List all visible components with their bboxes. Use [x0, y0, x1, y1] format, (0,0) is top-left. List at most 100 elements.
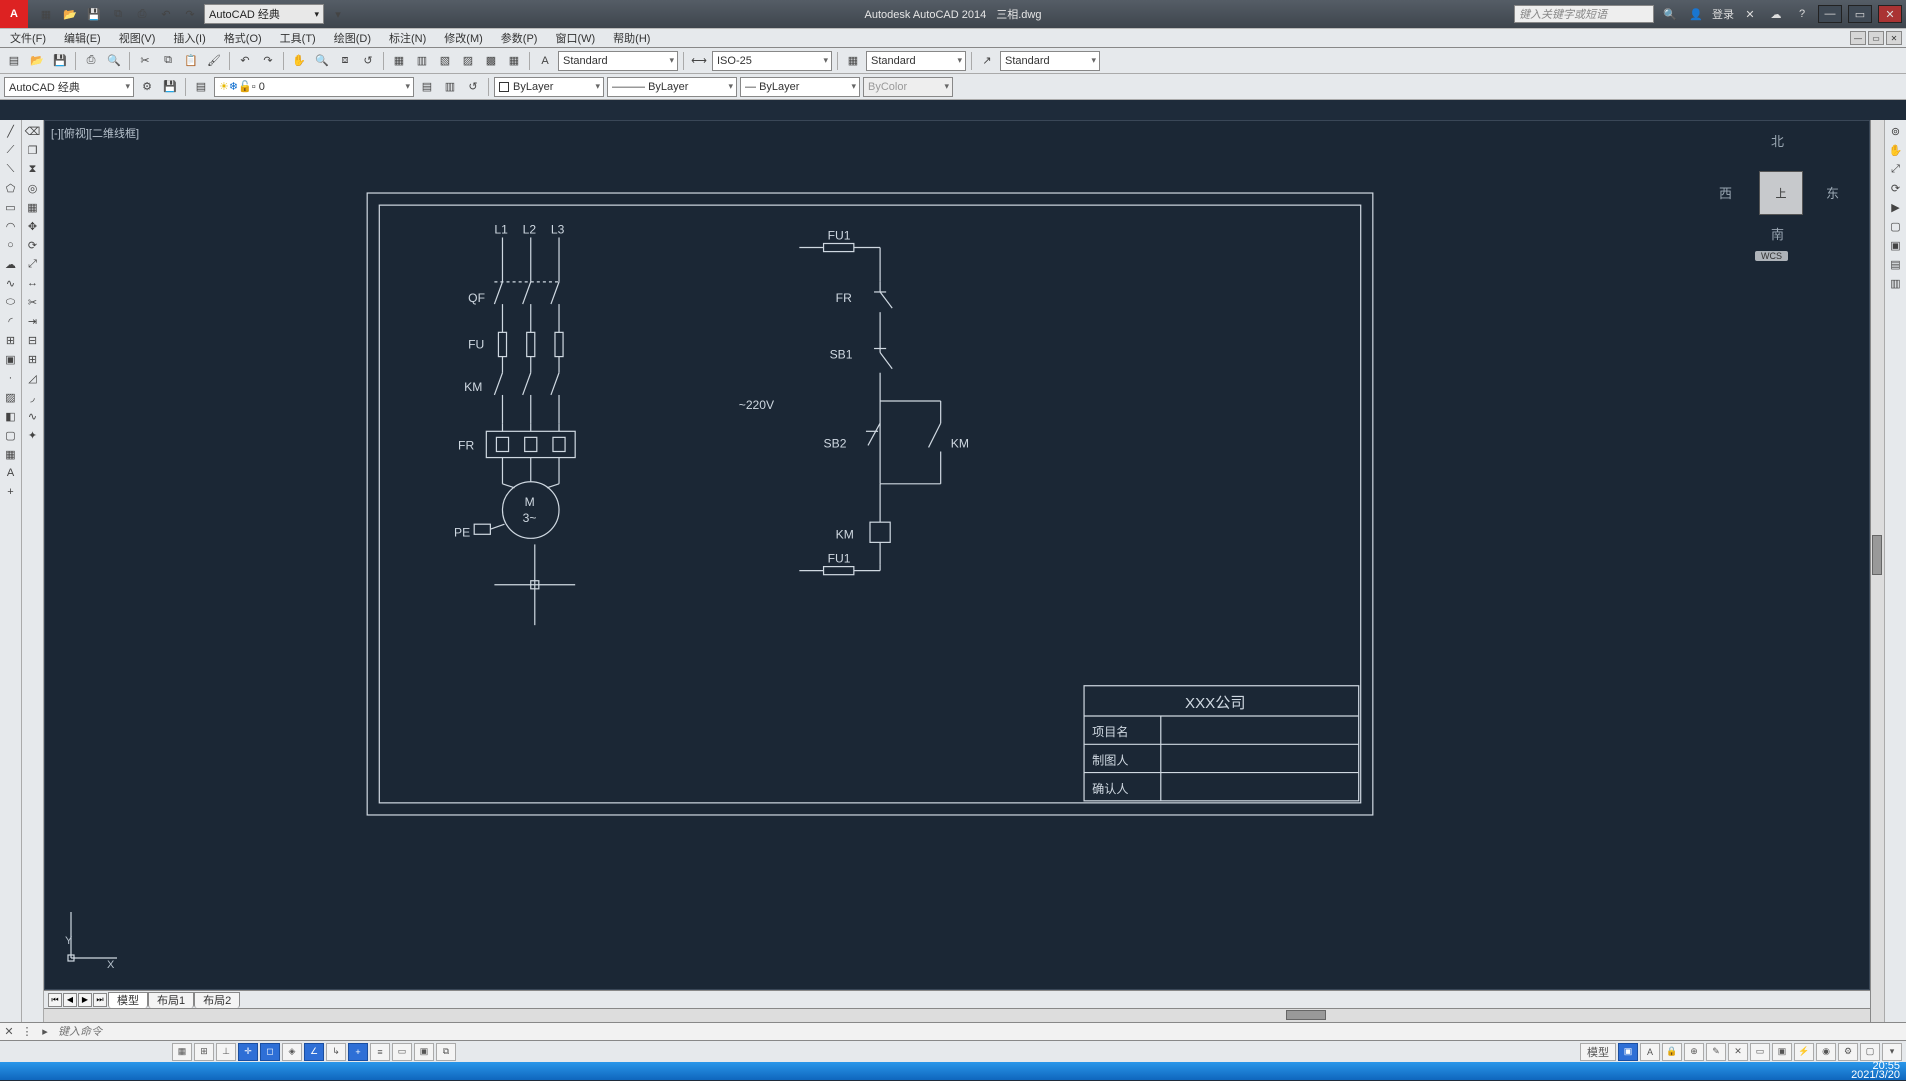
saveas-icon[interactable]: ⧉: [108, 4, 128, 24]
redo-icon[interactable]: ↷: [180, 4, 200, 24]
join-icon[interactable]: ⊞: [24, 350, 42, 368]
xline-icon[interactable]: ⟋: [2, 141, 20, 159]
mark-icon[interactable]: ▩: [481, 51, 501, 71]
mdi-min-button[interactable]: —: [1850, 31, 1866, 45]
login-label[interactable]: 登录: [1712, 6, 1734, 22]
menu-file[interactable]: 文件(F): [4, 30, 52, 46]
pan-icon[interactable]: ✋: [1887, 141, 1905, 159]
search-icon[interactable]: 🔍: [1660, 4, 1680, 24]
status-menu-icon[interactable]: ▾: [1882, 1043, 1902, 1061]
layer-props-icon[interactable]: ▤: [191, 77, 211, 97]
close-button[interactable]: ✕: [1878, 5, 1902, 23]
lineweight-dropdown[interactable]: — ByLayer: [740, 77, 860, 97]
isolate-icon[interactable]: ◉: [1816, 1043, 1836, 1061]
menu-insert[interactable]: 插入(I): [167, 30, 211, 46]
showmotion-icon[interactable]: ▶: [1887, 198, 1905, 216]
workspace-dropdown[interactable]: AutoCAD 经典: [204, 4, 324, 24]
undo-icon[interactable]: ↶: [235, 51, 255, 71]
mtext-icon[interactable]: A: [2, 464, 20, 482]
grid-toggle[interactable]: ⊞: [194, 1043, 214, 1061]
pline-icon[interactable]: ⟍: [2, 160, 20, 178]
ws-settings-icon[interactable]: ⚙: [137, 77, 157, 97]
textstyle-icon[interactable]: A: [535, 51, 555, 71]
viewcube-south[interactable]: 南: [1771, 224, 1784, 243]
zoomwin-icon[interactable]: ⧈: [335, 51, 355, 71]
mirror-icon[interactable]: ⧗: [24, 160, 42, 178]
rect-icon[interactable]: ▭: [2, 198, 20, 216]
viewport-label[interactable]: [-][俯视][二维线框]: [51, 125, 139, 141]
paste-icon[interactable]: 📋: [181, 51, 201, 71]
pan-icon[interactable]: ✋: [289, 51, 309, 71]
tab-first-icon[interactable]: ⏮: [48, 993, 62, 1007]
spline-icon[interactable]: ∿: [2, 274, 20, 292]
r1-icon[interactable]: ▢: [1887, 217, 1905, 235]
modelspace-button[interactable]: 模型: [1580, 1043, 1616, 1061]
menu-edit[interactable]: 编辑(E): [58, 30, 107, 46]
stretch-icon[interactable]: ↔: [24, 274, 42, 292]
move-icon[interactable]: ✥: [24, 217, 42, 235]
status-r5[interactable]: ✕: [1728, 1043, 1748, 1061]
r2-icon[interactable]: ▣: [1887, 236, 1905, 254]
arc-icon[interactable]: ◠: [2, 217, 20, 235]
circle-icon[interactable]: ○: [2, 236, 20, 254]
print-icon[interactable]: ⎙: [132, 4, 152, 24]
hardware-accel-icon[interactable]: ⚡: [1794, 1043, 1814, 1061]
open-icon[interactable]: 📂: [60, 4, 80, 24]
orbit-icon[interactable]: ⟳: [1887, 179, 1905, 197]
tab-model[interactable]: 模型: [108, 992, 148, 1008]
menu-window[interactable]: 窗口(W): [549, 30, 601, 46]
copy-modify-icon[interactable]: ❐: [24, 141, 42, 159]
mleaderstyle-icon[interactable]: ↗: [977, 51, 997, 71]
addsel-icon[interactable]: +: [2, 483, 20, 501]
r3-icon[interactable]: ▤: [1887, 255, 1905, 273]
props-icon[interactable]: ▦: [389, 51, 409, 71]
rotate-icon[interactable]: ⟳: [24, 236, 42, 254]
vertical-scrollbar[interactable]: [1870, 120, 1884, 1022]
menu-help[interactable]: 帮助(H): [607, 30, 656, 46]
tablestyle-dropdown[interactable]: Standard: [866, 51, 966, 71]
command-input[interactable]: [54, 1026, 1906, 1038]
viewcube-east[interactable]: 东: [1826, 183, 1839, 202]
status-r8[interactable]: ⚙: [1838, 1043, 1858, 1061]
system-tray[interactable]: 20:55 2021/3/20: [1851, 1062, 1900, 1080]
tab-last-icon[interactable]: ⏭: [93, 993, 107, 1007]
workspace-dropdown-2[interactable]: AutoCAD 经典: [4, 77, 134, 97]
viewcube-face[interactable]: 上: [1759, 171, 1803, 215]
ws-save-icon[interactable]: 💾: [160, 77, 180, 97]
cloud-icon[interactable]: ☁: [1766, 4, 1786, 24]
osnap-toggle[interactable]: ◻: [260, 1043, 280, 1061]
blend-icon[interactable]: ∿: [24, 407, 42, 425]
menu-param[interactable]: 参数(P): [495, 30, 544, 46]
zoom-extents-icon[interactable]: ⤢: [1887, 160, 1905, 178]
preview-icon[interactable]: 🔍: [104, 51, 124, 71]
tablestyle-icon[interactable]: ▦: [843, 51, 863, 71]
status-r4[interactable]: ✎: [1706, 1043, 1726, 1061]
help-search-input[interactable]: 键入关键字或短语: [1514, 5, 1654, 23]
layer-states-icon[interactable]: ▤: [417, 77, 437, 97]
new-icon[interactable]: ▦: [36, 4, 56, 24]
status-r3[interactable]: ⊕: [1684, 1043, 1704, 1061]
layer-prev-icon[interactable]: ↺: [463, 77, 483, 97]
mdi-close-button[interactable]: ✕: [1886, 31, 1902, 45]
cmdline-handle-icon[interactable]: ⋮: [18, 1025, 36, 1038]
menu-modify[interactable]: 修改(M): [438, 30, 489, 46]
layer-dropdown[interactable]: ☀❄🔓▫ 0: [214, 77, 414, 97]
sc-toggle[interactable]: ⧉: [436, 1043, 456, 1061]
ssm-icon[interactable]: ▨: [458, 51, 478, 71]
linetype-dropdown[interactable]: ——— ByLayer: [607, 77, 737, 97]
trim-icon[interactable]: ✂: [24, 293, 42, 311]
tp-icon[interactable]: ▧: [435, 51, 455, 71]
polygon-icon[interactable]: ⬠: [2, 179, 20, 197]
textstyle-dropdown[interactable]: Standard: [558, 51, 678, 71]
dimstyle-icon[interactable]: ⟷: [689, 51, 709, 71]
revcloud-icon[interactable]: ☁: [2, 255, 20, 273]
plot-icon[interactable]: ⎙: [81, 51, 101, 71]
insert-icon[interactable]: ⊞: [2, 331, 20, 349]
open-icon[interactable]: 📂: [27, 51, 47, 71]
minimize-button[interactable]: —: [1818, 5, 1842, 23]
app-logo[interactable]: A: [0, 0, 28, 28]
fillet-icon[interactable]: ◞: [24, 388, 42, 406]
viewcube-north[interactable]: 北: [1771, 131, 1784, 150]
color-dropdown[interactable]: ByLayer: [494, 77, 604, 97]
ellipse-icon[interactable]: ⬭: [2, 293, 20, 311]
